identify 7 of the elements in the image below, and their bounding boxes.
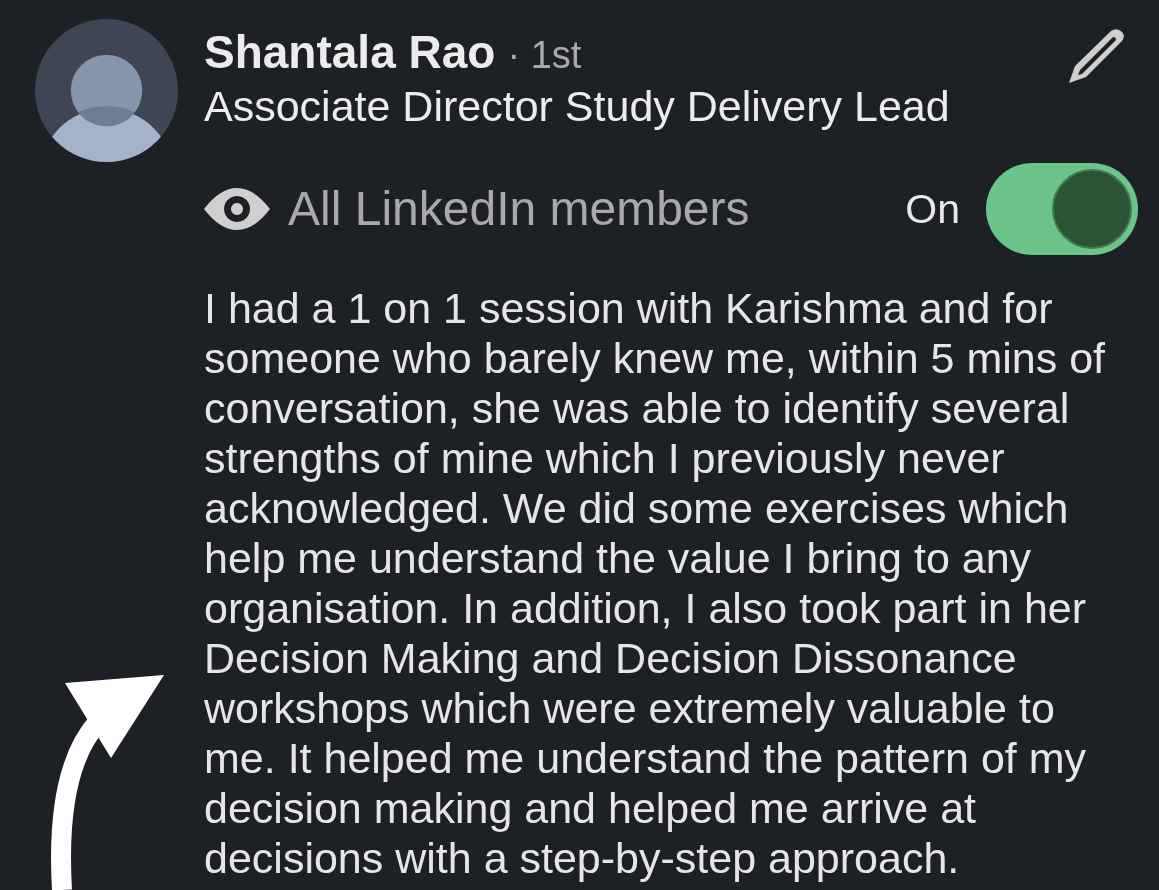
eye-icon bbox=[204, 188, 270, 230]
toggle-status: On bbox=[905, 185, 960, 234]
member-name[interactable]: Shantala Rao bbox=[204, 27, 496, 77]
member-headline: Associate Director Study Delivery Lead bbox=[204, 81, 950, 132]
connection-degree: · 1st bbox=[507, 33, 582, 78]
recommendation-text: I had a 1 on 1 session with Karishma and for someone who barely knew me, within 5 mins of conversation, she was able to identify several strengths of mine which I previously never acknowledged. We did some exercises which help me understand the value I bring to any organisation. In addition, I also took part in her Decision Making and Decision Dissonance workshops which were extremely valuable to me. It helped me understand the pattern of my decision making and helped me arrive at decisions with a step-by-step approach. bbox=[204, 283, 1107, 883]
visibility-label: All LinkedIn members bbox=[288, 181, 750, 237]
